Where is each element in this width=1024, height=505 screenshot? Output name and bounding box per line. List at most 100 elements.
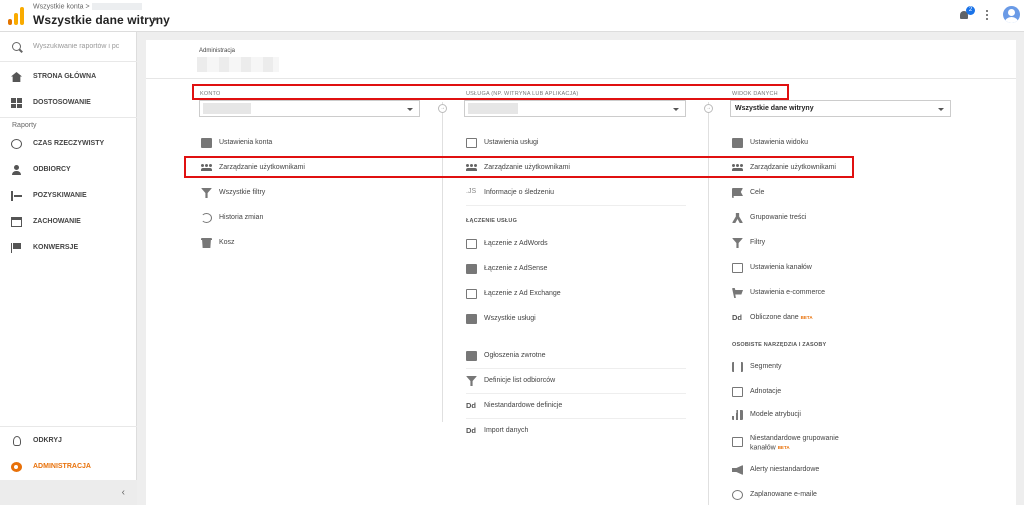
item-label: Kosz [219,239,235,246]
postback-icon [466,351,477,361]
sidebar-item-behavior[interactable]: ZACHOWANIE [0,210,137,234]
audience-definitions-link[interactable]: Definicje list odbiorców [466,374,686,394]
sidebar-item-label: STRONA GŁÓWNA [33,73,97,80]
dropdown-arrow-icon [673,108,679,111]
sidebar-item-discover[interactable]: ODKRYJ [0,429,137,453]
sidebar-item-audience[interactable]: ODBIORCY [0,158,137,182]
view-filters-link[interactable]: Filtry [732,236,952,256]
adwords-linking-link[interactable]: Łączenie z AdWords [466,237,686,257]
custom-alerts-link[interactable]: Alerty niestandardowe [732,463,952,483]
adwords-icon [466,239,477,249]
item-label: Niestandardowe grupowanie kanałów BETA [750,435,839,452]
account-select[interactable] [199,100,420,117]
item-label: Ustawienia usługi [484,139,539,146]
property-icon [466,138,477,148]
report-search[interactable]: Wyszukiwanie raportów i pc [0,32,137,62]
audience-fork-icon [466,376,477,386]
custom-definitions-link[interactable]: Dd Niestandardowe definicje [466,399,686,419]
sidebar-item-label: KONWERSJE [33,244,79,251]
item-label: Ustawienia widoku [750,139,808,146]
item-label: Wszystkie filtry [219,189,266,196]
custom-channel-grouping-link[interactable]: Niestandardowe grupowanie kanałów BETA [732,435,952,459]
sidebar-item-customization[interactable]: DOSTOSOWANIE [0,91,137,115]
item-label: Modele atrybucji [750,411,801,418]
item-label: Informacje o śledzeniu [484,189,555,196]
account-settings-link[interactable]: Ustawienia konta [201,136,421,156]
column-divider [442,102,443,422]
goals-link[interactable]: Cele [732,186,952,206]
account-avatar[interactable] [1003,6,1020,23]
dropdown-arrow-icon [407,108,413,111]
postbacks-link[interactable]: Ogłoszenia zwrotne [466,349,686,369]
dd-icon: Dd [466,426,476,435]
all-filters-link[interactable]: Wszystkie filtry [201,186,421,206]
history-icon [201,213,212,223]
admin-panel: Administracja KONTO USŁUGA (NP. WITRYNA … [146,40,1016,505]
trash-icon [201,238,212,248]
change-history-link[interactable]: Historia zmian [201,211,421,231]
channel-settings-link[interactable]: Ustawienia kanałów [732,261,952,281]
search-icon [12,42,21,51]
filter-icon [201,188,212,198]
tracking-info-link[interactable]: .JS Informacje o śledzeniu [466,186,686,206]
all-products-icon [466,314,477,324]
item-label: Ustawienia kanałów [750,264,812,271]
item-label: Łączenie z AdSense [484,265,548,272]
item-label: Zaplanowane e-maile [750,491,817,498]
bar-chart-icon [732,410,743,420]
property-select[interactable] [464,100,686,117]
scheduled-emails-link[interactable]: Zaplanowane e-maile [732,488,952,505]
attribution-models-link[interactable]: Modele atrybucji [732,408,952,428]
ad-exchange-linking-link[interactable]: Łączenie z Ad Exchange [466,287,686,307]
item-label: Adnotacje [750,388,782,395]
view-selector-title[interactable]: Wszystkie dane witryny [33,13,170,27]
page-title: Administracja [199,48,236,54]
behavior-icon [11,217,22,227]
search-input[interactable]: Wyszukiwanie raportów i pc [33,43,133,50]
content-grouping-link[interactable]: Grupowanie treści [732,211,952,231]
analytics-logo-icon[interactable] [8,7,24,25]
adsense-icon [466,264,477,274]
sidebar-item-conversions[interactable]: KONWERSJE [0,236,137,260]
property-settings-link[interactable]: Ustawienia usługi [466,136,686,156]
ecommerce-settings-link[interactable]: Ustawienia e-commerce [732,286,952,306]
item-label: Niestandardowe definicje [484,402,563,409]
sidebar-item-admin[interactable]: ADMINISTRACJA [0,455,137,479]
cart-icon [732,288,743,298]
content-grouping-icon [732,213,743,223]
sidebar-item-home[interactable]: STRONA GŁÓWNA [0,65,137,89]
segments-link[interactable]: Segmenty [732,360,952,380]
view-settings-link[interactable]: Ustawienia widoku [732,136,952,156]
redacted-account-name [91,3,142,10]
item-label: Segmenty [750,363,782,370]
adsense-linking-link[interactable]: Łączenie z AdSense [466,262,686,282]
more-options-icon[interactable] [985,9,989,23]
redacted-account-value [203,103,251,114]
sidebar-item-realtime[interactable]: CZAS RZECZYWISTY [0,132,137,156]
divider [146,78,1016,79]
breadcrumb[interactable]: Wszystkie konta > [33,3,142,10]
view-select[interactable]: Wszystkie dane witryny [730,100,951,117]
calculated-metrics-link[interactable]: Dd Obliczone dane BETA [732,311,952,331]
chevron-down-icon[interactable] [152,18,158,21]
sidebar-item-label: ZACHOWANIE [33,218,81,225]
all-products-link[interactable]: Wszystkie usługi [466,312,686,332]
trash-link[interactable]: Kosz [201,236,421,256]
data-import-link[interactable]: Dd Import danych [466,424,686,444]
flag-icon [732,188,743,198]
channel-icon [732,263,743,273]
item-label: Import danych [484,427,529,434]
sidebar-item-acquisition[interactable]: POZYSKIWANIE [0,184,137,208]
collapse-sidebar-button[interactable]: ‹ [0,480,137,505]
dd-icon: Dd [732,313,742,322]
megaphone-icon [732,465,743,475]
item-label: Definicje list odbiorców [484,377,556,384]
item-label: Grupowanie treści [750,214,807,221]
document-icon [732,138,743,148]
beta-badge: BETA [800,314,813,320]
sidebar: Wyszukiwanie raportów i pc STRONA GŁÓWNA… [0,32,137,505]
annotations-link[interactable]: Adnotacje [732,385,952,405]
item-label: Wszystkie usługi [484,315,536,322]
item-label: Obliczone dane BETA [750,314,813,321]
personal-tools-section-title: OSOBISTE NARZĘDZIA I ZASOBY [732,342,827,348]
